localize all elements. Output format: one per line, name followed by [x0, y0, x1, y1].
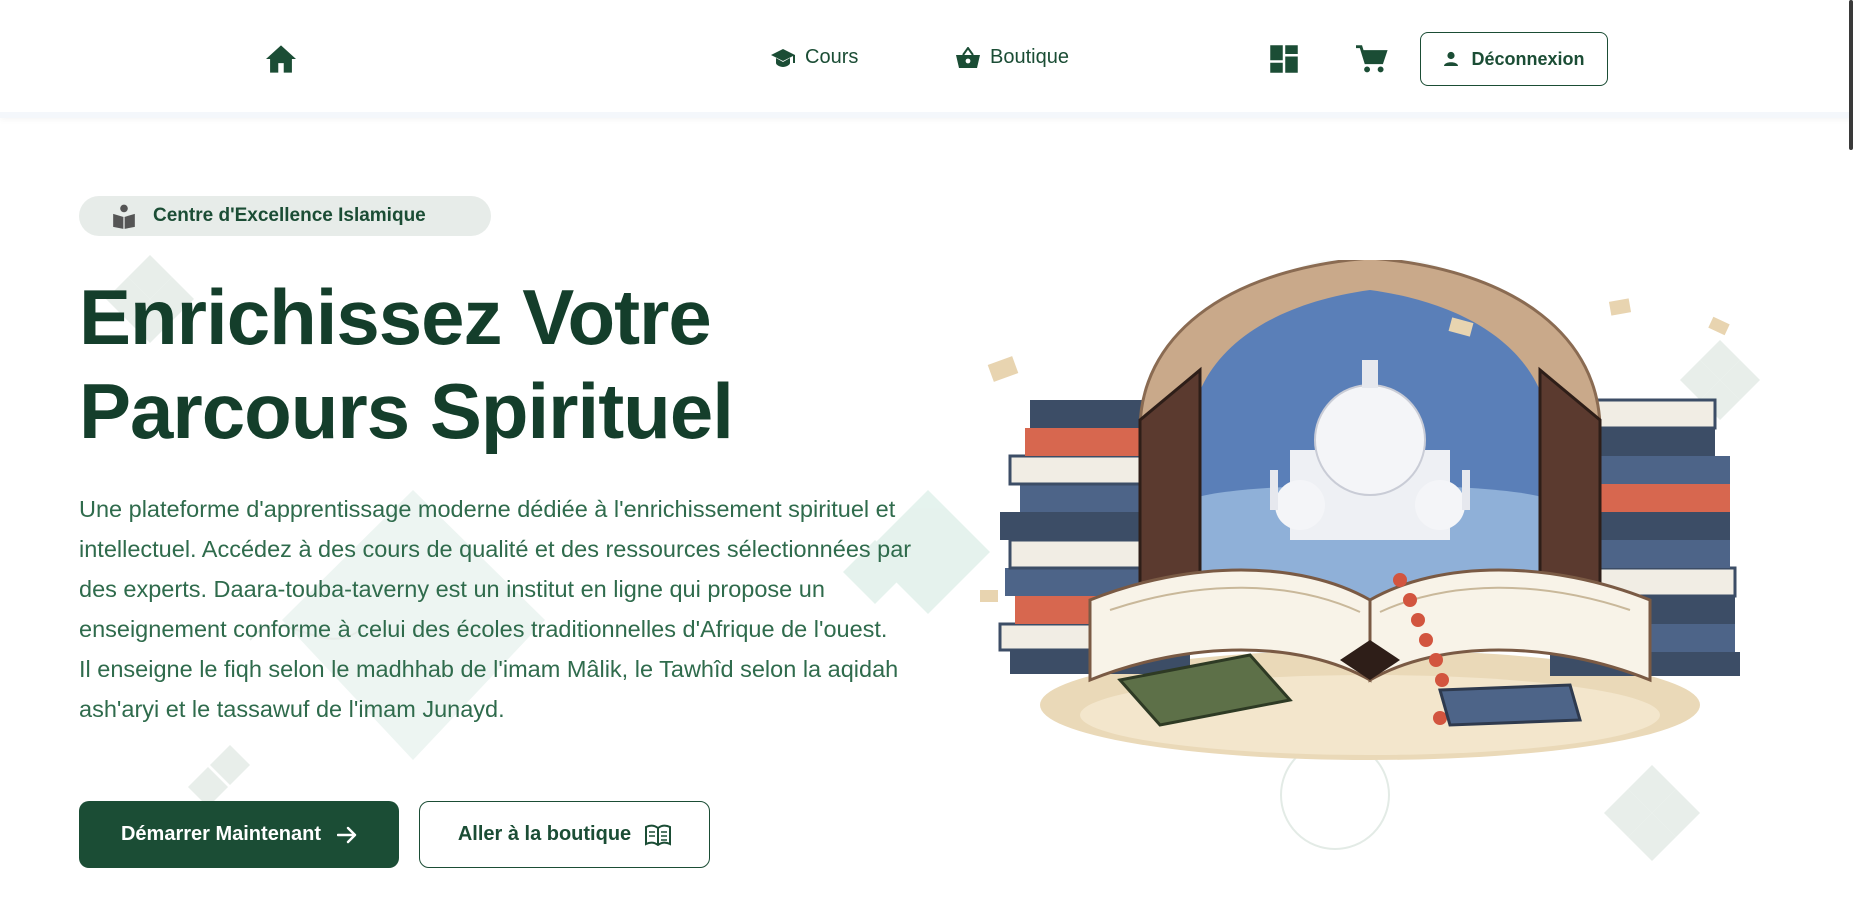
nav-cours-link[interactable]: Cours [771, 46, 858, 69]
arrow-right-icon [337, 826, 357, 843]
nav-boutique-link[interactable]: Boutique [956, 46, 1069, 69]
hero-title-line-1: Enrichissez Votre [79, 273, 712, 361]
home-link[interactable] [263, 41, 299, 77]
hero-description-paragraph-1: Une plateforme d'apprentissage moderne d… [79, 496, 912, 642]
logout-label: Déconnexion [1471, 48, 1585, 69]
category-badge: Centre d'Excellence Islamique [79, 196, 491, 236]
home-icon [266, 45, 296, 73]
shopping-basket-icon [956, 46, 980, 68]
start-now-button[interactable]: Démarrer Maintenant [79, 801, 399, 868]
hero-illustration [980, 260, 1740, 760]
dashboard-icon [1270, 45, 1298, 73]
open-book-icon [645, 824, 672, 846]
hero-description: Une plateforme d'apprentissage moderne d… [79, 489, 919, 729]
hero-title: Enrichissez Votre Parcours Spirituel [79, 270, 839, 458]
scrollbar[interactable] [1849, 0, 1853, 150]
user-icon [1444, 51, 1459, 66]
go-to-shop-label: Aller à la boutique [457, 823, 632, 845]
cart-icon [1356, 45, 1388, 73]
logout-button[interactable]: Déconnexion [1420, 32, 1608, 86]
badge-label: Centre d'Excellence Islamique [153, 205, 426, 226]
top-navigation-bar: Cours Boutique Déconnexion [0, 0, 1853, 118]
dashboard-button[interactable] [1266, 41, 1302, 77]
nav-boutique-label: Boutique [990, 46, 1069, 68]
nav-cours-label: Cours [805, 46, 859, 68]
start-now-label: Démarrer Maintenant [120, 823, 322, 845]
hero-title-line-2: Parcours Spirituel [79, 367, 734, 455]
hero-description-paragraph-2: Il enseigne le fiqh selon le madhhab de … [79, 656, 899, 722]
reading-book-icon [113, 204, 135, 229]
cart-button[interactable] [1354, 41, 1390, 77]
graduation-cap-icon [771, 48, 795, 67]
go-to-shop-button[interactable]: Aller à la boutique [419, 801, 710, 868]
